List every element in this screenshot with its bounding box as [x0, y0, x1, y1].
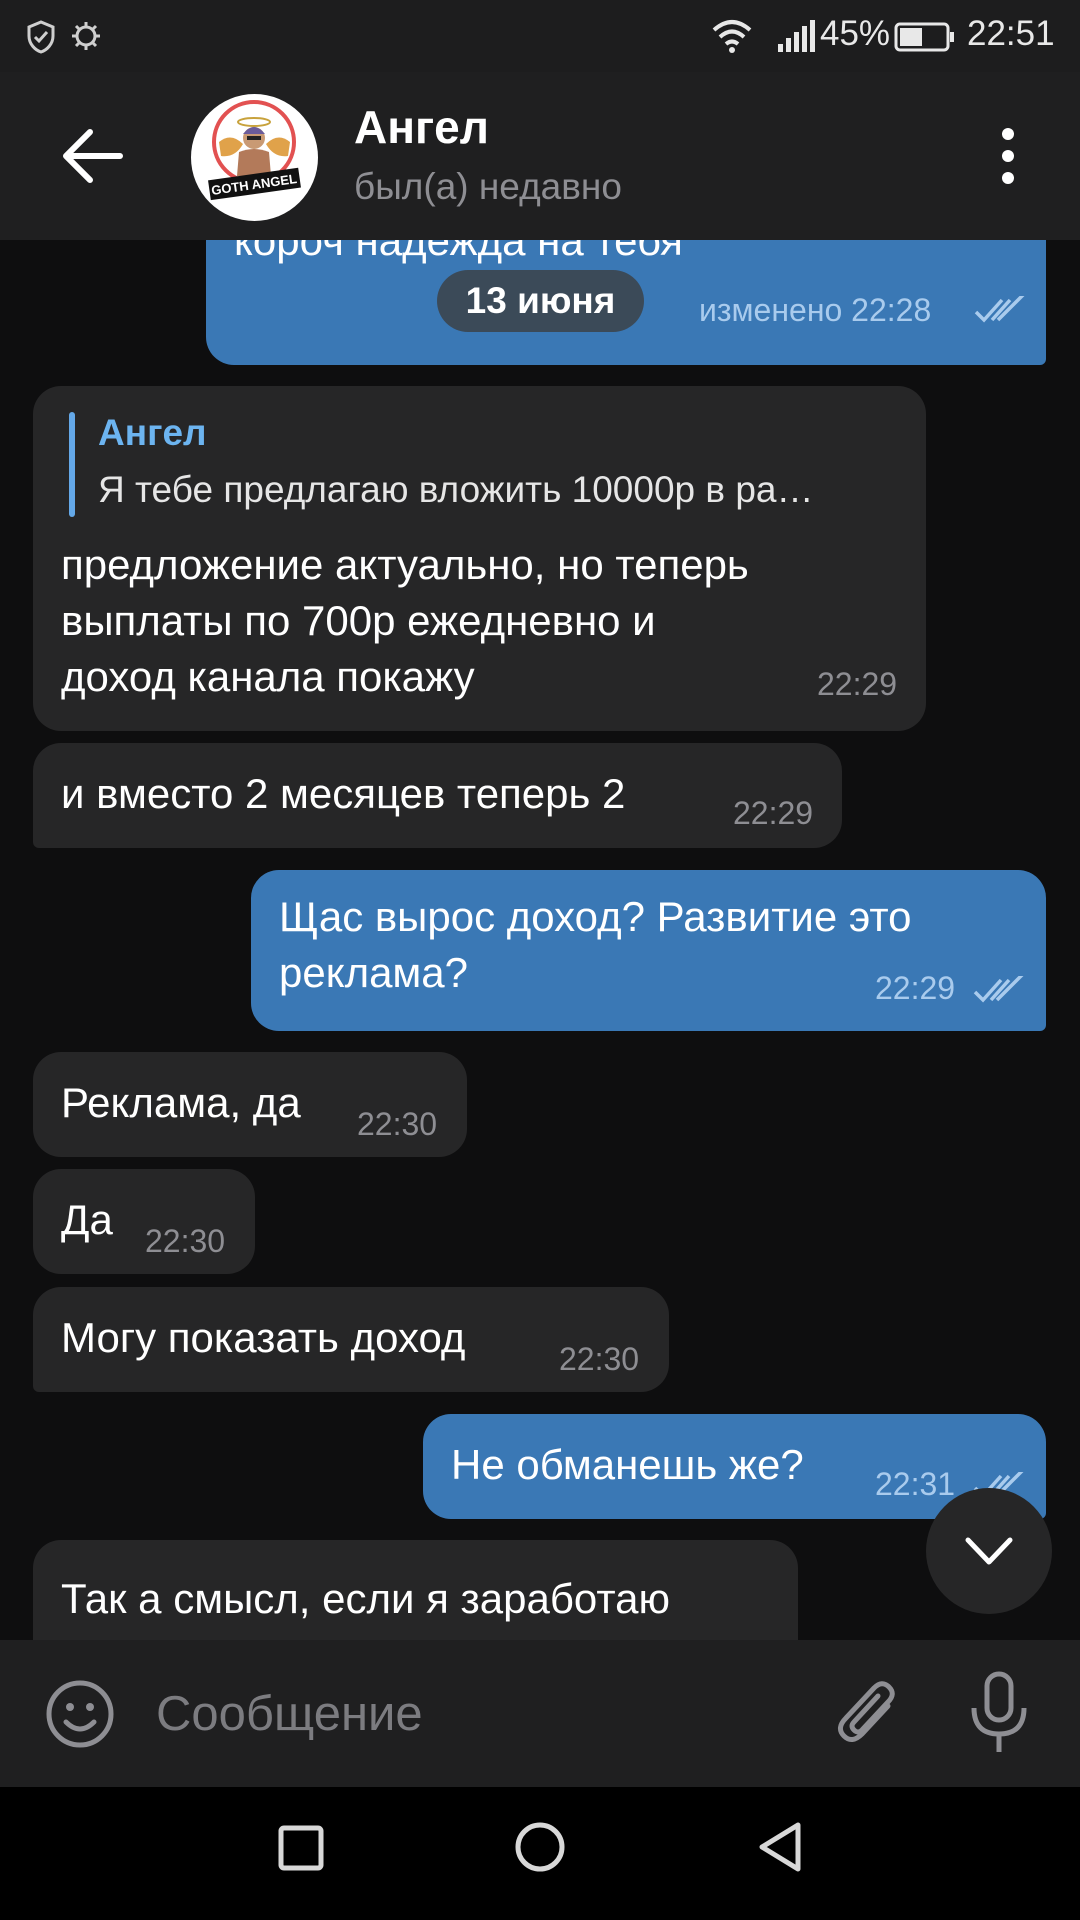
message-time: 22:30 — [357, 1106, 438, 1142]
message-time: 22:29 — [817, 666, 898, 702]
message-text-line: доход канала покажу — [61, 653, 475, 700]
goth-angel-logo: GOTH ANGEL — [208, 100, 301, 201]
message-text: Так а смысл, если я заработаю — [61, 1575, 670, 1622]
message-input[interactable] — [156, 1682, 776, 1746]
battery-percent: 45% — [820, 14, 891, 53]
double-check-icon — [973, 976, 1024, 1003]
battery-icon — [894, 22, 954, 52]
emoji-icon[interactable] — [44, 1678, 116, 1750]
message-bubble-incoming[interactable]: Да 22:30 — [33, 1169, 255, 1274]
avatar[interactable]: GOTH ANGEL — [191, 94, 318, 221]
message-text: Могу показать доход — [61, 1314, 466, 1361]
wifi-icon — [712, 20, 752, 53]
message-composer — [0, 1640, 1080, 1787]
microphone-icon[interactable] — [968, 1670, 1030, 1758]
message-text: Да — [61, 1196, 113, 1243]
message-bubble-incoming[interactable]: Ангел Я тебе предлагаю вложить 10000р в … — [33, 386, 926, 731]
more-vertical-icon[interactable] — [990, 124, 1026, 188]
chevron-down-icon — [965, 1537, 1013, 1565]
message-time: изменено 22:28 — [699, 292, 932, 328]
message-text-line: предложение актуально, но теперь — [61, 541, 749, 588]
message-text: короч надежда на тебя — [234, 240, 683, 264]
contact-name[interactable]: Ангел — [354, 100, 489, 154]
clock: 22:51 — [967, 14, 1055, 53]
reply-author[interactable]: Ангел — [98, 412, 207, 454]
message-text: Не обманешь же? — [451, 1441, 804, 1488]
reply-accent-bar — [69, 412, 75, 517]
message-bubble-incoming[interactable]: Могу показать доход 22:30 — [33, 1287, 669, 1392]
bug-icon — [72, 22, 100, 50]
scroll-to-bottom-button[interactable] — [926, 1488, 1052, 1614]
message-text-line: реклама? — [279, 949, 469, 996]
double-check-icon — [974, 296, 1025, 323]
message-text-line: Щас вырос доход? Развитие это — [279, 893, 912, 940]
message-time: 22:29 — [733, 795, 814, 831]
message-time: 22:29 — [875, 970, 956, 1006]
message-time: 22:31 — [875, 1466, 956, 1502]
shield-icon — [27, 20, 55, 54]
message-bubble-outgoing[interactable]: Щас вырос доход? Развитие это реклама? 2… — [251, 870, 1046, 1031]
status-bar: 45% 22:51 — [0, 0, 1080, 72]
contact-last-seen: был(а) недавно — [354, 166, 622, 207]
home-icon[interactable] — [514, 1821, 566, 1873]
message-time: 22:30 — [145, 1223, 226, 1259]
message-text-line: выплаты по 700р ежедневно и — [61, 597, 656, 644]
message-text: и вместо 2 месяцев теперь 2 — [61, 770, 626, 817]
signal-icon — [778, 20, 815, 52]
system-navigation-bar — [0, 1787, 1080, 1920]
date-separator: 13 июня — [437, 270, 644, 332]
paperclip-icon[interactable] — [832, 1676, 902, 1752]
message-list[interactable]: короч надежда на тебя изменено 22:28 13 … — [0, 240, 1080, 1640]
back-triangle-icon[interactable] — [756, 1821, 804, 1873]
message-text: Реклама, да — [61, 1079, 301, 1126]
reply-preview-text[interactable]: Я тебе предлагаю вложить 10000р в ра… — [98, 469, 813, 511]
recent-apps-icon[interactable] — [278, 1825, 324, 1871]
message-time: 22:30 — [559, 1341, 640, 1377]
chat-header: GOTH ANGEL Ангел был(а) недавно — [0, 72, 1080, 240]
message-bubble-incoming[interactable]: Так а смысл, если я заработаю — [33, 1540, 798, 1640]
back-arrow-icon[interactable] — [56, 124, 128, 188]
message-bubble-incoming[interactable]: и вместо 2 месяцев теперь 2 22:29 — [33, 743, 842, 848]
message-bubble-incoming[interactable]: Реклама, да 22:30 — [33, 1052, 467, 1157]
